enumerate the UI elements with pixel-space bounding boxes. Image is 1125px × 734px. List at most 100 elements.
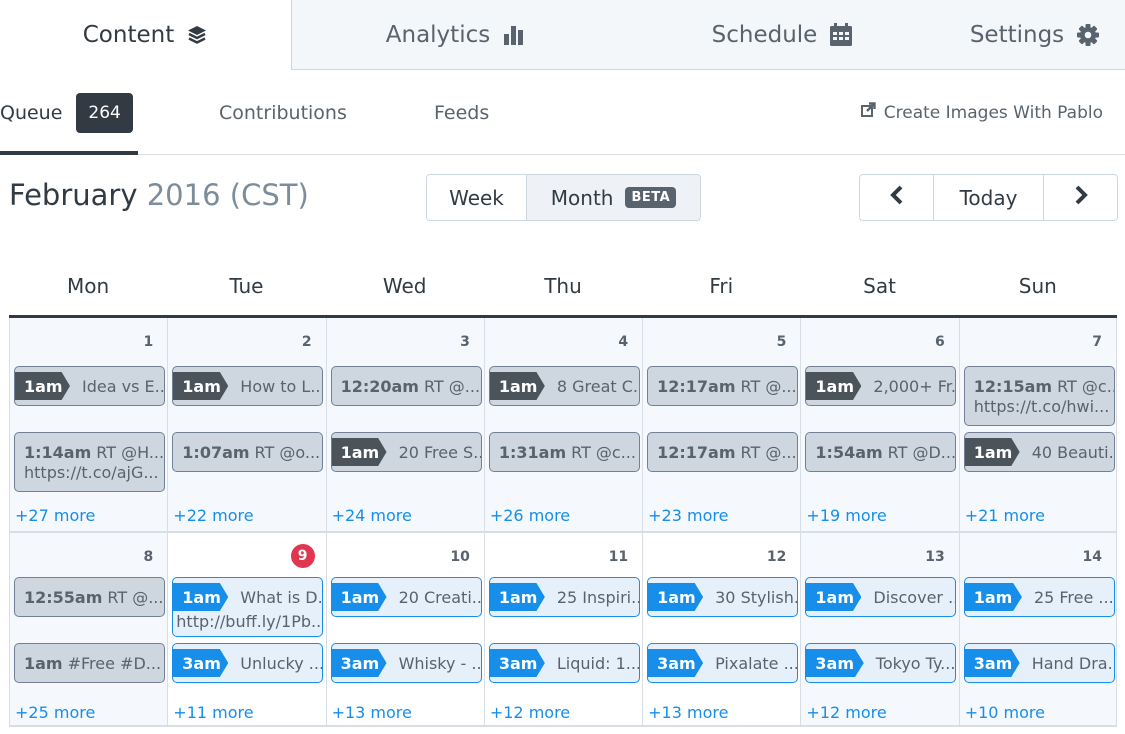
more-posts-link[interactable]: +12 more bbox=[806, 703, 886, 722]
chevron-left-icon bbox=[889, 185, 904, 210]
month-view-button[interactable]: Month BETA bbox=[527, 175, 700, 220]
post-time-tag: 1am bbox=[806, 372, 862, 400]
post-time: 1:14am bbox=[24, 442, 92, 462]
today-button[interactable]: Today bbox=[934, 175, 1044, 220]
scheduled-post[interactable]: 3am Liquid: 1... bbox=[488, 643, 640, 683]
scheduled-post[interactable]: 3am Hand Dra... bbox=[963, 643, 1115, 683]
scheduled-post[interactable]: 1am What is D... http://buff.ly/1Pb... bbox=[172, 577, 324, 637]
scheduled-post[interactable]: 12:17am RT @... bbox=[647, 366, 799, 406]
scheduled-post[interactable]: 1am 2,000+ Fr... bbox=[805, 366, 957, 406]
tab-feeds[interactable]: Feeds bbox=[434, 70, 489, 155]
post-text: 30 Stylish... bbox=[715, 587, 797, 607]
tab-schedule[interactable]: Schedule bbox=[620, 0, 945, 70]
day-number: 11 bbox=[608, 549, 629, 565]
post-text: RT @... bbox=[423, 376, 481, 396]
calendar-day-cell[interactable]: 11 1am 25 Inspiri... 3am Liquid: 1... +12 mor… bbox=[483, 533, 643, 725]
day-number: 4 bbox=[618, 334, 629, 350]
scheduled-post[interactable]: 1am #Free #D... bbox=[14, 643, 165, 683]
post-time: 1:54am bbox=[815, 442, 883, 462]
post-time-tag: 3am bbox=[964, 649, 1020, 677]
scheduled-post[interactable]: 1am 40 Beauti... bbox=[963, 432, 1115, 472]
scheduled-post[interactable]: 1am 30 Stylish... bbox=[647, 577, 799, 617]
post-text: 8 Great C... bbox=[556, 376, 640, 396]
previous-month-button[interactable] bbox=[860, 175, 934, 220]
more-posts-link[interactable]: +26 more bbox=[490, 506, 570, 525]
pablo-link-label: Create Images With Pablo bbox=[883, 102, 1103, 123]
scheduled-post[interactable]: 3am Pixalate ... bbox=[647, 643, 799, 683]
calendar-day-cell[interactable]: 10 1am 20 Creati... 3am Whisky - ... +13 more bbox=[325, 533, 484, 725]
day-of-week-label: Fri bbox=[709, 274, 734, 298]
tab-analytics[interactable]: Analytics bbox=[292, 0, 620, 70]
more-posts-link[interactable]: +24 more bbox=[332, 506, 412, 525]
tab-settings[interactable]: Settings bbox=[945, 0, 1125, 70]
calendar-day-cell[interactable]: 4 1am 8 Great C... 1:31am RT @c... +26 more bbox=[483, 318, 643, 531]
post-time: 1am bbox=[24, 653, 63, 673]
day-of-week-label: Sun bbox=[1018, 274, 1057, 298]
scheduled-post[interactable]: 1:14am RT @H... https://t.co/ajG... bbox=[14, 432, 165, 492]
post-text: Discover ... bbox=[873, 587, 957, 607]
calendar-day-cell[interactable]: 8 12:55am RT @... 1am #Free #D... +25 more bbox=[9, 533, 168, 725]
day-of-week-label: Sat bbox=[863, 274, 896, 298]
tab-contributions[interactable]: Contributions bbox=[219, 70, 347, 155]
scheduled-post[interactable]: 3am Unlucky ... bbox=[172, 643, 324, 683]
scheduled-post[interactable]: 12:20am RT @... bbox=[330, 366, 482, 406]
post-time-tag: 3am bbox=[489, 649, 545, 677]
calendar-day-cell[interactable]: 14 1am 25 Free ... 3am Hand Dra... +10 more bbox=[958, 533, 1117, 725]
scheduled-post[interactable]: 1am Discover ... bbox=[805, 577, 957, 617]
scheduled-post[interactable]: 1am Idea vs E... bbox=[14, 366, 165, 406]
post-summary: 1:07am RT @o... bbox=[173, 433, 322, 471]
more-posts-link[interactable]: +12 more bbox=[490, 703, 570, 722]
scheduled-post[interactable]: 1am 20 Free S... bbox=[330, 432, 482, 472]
calendar-day-cell[interactable]: 9 1am What is D... http://buff.ly/1Pb... 3am… bbox=[167, 533, 326, 725]
more-posts-link[interactable]: +19 more bbox=[806, 506, 886, 525]
post-time-tag: 1am bbox=[806, 583, 862, 611]
more-posts-link[interactable]: +22 more bbox=[173, 506, 253, 525]
more-posts-link[interactable]: +23 more bbox=[648, 506, 728, 525]
calendar-day-cell[interactable]: 6 1am 2,000+ Fr... 1:54amRT @D... +19 more bbox=[800, 318, 959, 531]
tab-content-label: Content bbox=[82, 22, 175, 48]
scheduled-post[interactable]: 12:17am RT @... bbox=[647, 432, 799, 472]
calendar-day-cell[interactable]: 2 1am How to L... 1:07am RT @o... +22 more bbox=[167, 318, 326, 531]
calendar-day-cell[interactable]: 7 12:15amRT @c...https://t.co/hwi... 1am 40… bbox=[958, 318, 1117, 531]
more-posts-link[interactable]: +10 more bbox=[965, 703, 1045, 722]
post-link-text: http://buff.ly/1Pb... bbox=[176, 612, 324, 631]
post-text: How to L... bbox=[240, 376, 324, 396]
more-posts-link[interactable]: +25 more bbox=[15, 703, 95, 722]
day-of-week-label: Tue bbox=[229, 274, 264, 298]
post-summary: 1am 25 Free ... bbox=[964, 578, 1114, 616]
scheduled-post[interactable]: 1am 8 Great C... bbox=[488, 366, 640, 406]
scheduled-post[interactable]: 3am Whisky - ... bbox=[330, 643, 482, 683]
scheduled-post[interactable]: 1am 25 Free ... bbox=[963, 577, 1115, 617]
calendar-day-cell[interactable]: 13 1am Discover ... 3am Tokyo Ty... +12 more bbox=[800, 533, 959, 725]
post-summary: 3am Hand Dra... bbox=[964, 644, 1114, 682]
calendar-day-cell[interactable]: 12 1am 30 Stylish... 3am Pixalate ... +13 mor… bbox=[642, 533, 801, 725]
scheduled-post[interactable]: 1:07am RT @o... bbox=[172, 432, 324, 472]
more-posts-link[interactable]: +11 more bbox=[173, 703, 253, 722]
post-time: 12:55am bbox=[24, 587, 103, 607]
calendar-day-cell[interactable]: 3 12:20am RT @... 1am 20 Free S... +24 more bbox=[325, 318, 484, 531]
more-posts-link[interactable]: +13 more bbox=[648, 703, 728, 722]
post-time-tag: 3am bbox=[648, 649, 704, 677]
calendar-day-cell[interactable]: 1 1am Idea vs E... 1:14am RT @H... https://t.… bbox=[9, 318, 168, 531]
day-number: 13 bbox=[925, 549, 945, 565]
scheduled-post[interactable]: 3am Tokyo Ty... bbox=[805, 643, 957, 683]
post-summary: 1am #Free #D... bbox=[15, 644, 164, 682]
scheduled-post[interactable]: 1am 25 Inspiri... bbox=[488, 577, 640, 617]
scheduled-post[interactable]: 12:15amRT @c...https://t.co/hwi... bbox=[963, 366, 1115, 426]
scheduled-post[interactable]: 12:55am RT @... bbox=[14, 577, 165, 617]
post-text: RT @D... bbox=[887, 442, 957, 462]
tab-content[interactable]: Content bbox=[0, 0, 292, 70]
scheduled-post[interactable]: 1:31am RT @c... bbox=[488, 432, 640, 472]
more-posts-link[interactable]: +13 more bbox=[332, 703, 412, 722]
scheduled-post[interactable]: 1:54am RT @D... bbox=[805, 432, 957, 472]
create-images-pablo-link[interactable]: Create Images With Pablo bbox=[860, 70, 1103, 155]
next-month-button[interactable] bbox=[1044, 175, 1117, 220]
week-view-button[interactable]: Week bbox=[427, 175, 527, 220]
post-summary: 3am Liquid: 1... bbox=[489, 644, 639, 682]
more-posts-link[interactable]: +21 more bbox=[965, 506, 1045, 525]
tab-queue[interactable]: Queue 264 bbox=[0, 70, 138, 155]
calendar-day-cell[interactable]: 5 12:17am RT @... 12:17am RT @... +23 more bbox=[642, 318, 801, 531]
scheduled-post[interactable]: 1am 20 Creati... bbox=[330, 577, 482, 617]
more-posts-link[interactable]: +27 more bbox=[15, 506, 95, 525]
scheduled-post[interactable]: 1am How to L... bbox=[172, 366, 324, 406]
